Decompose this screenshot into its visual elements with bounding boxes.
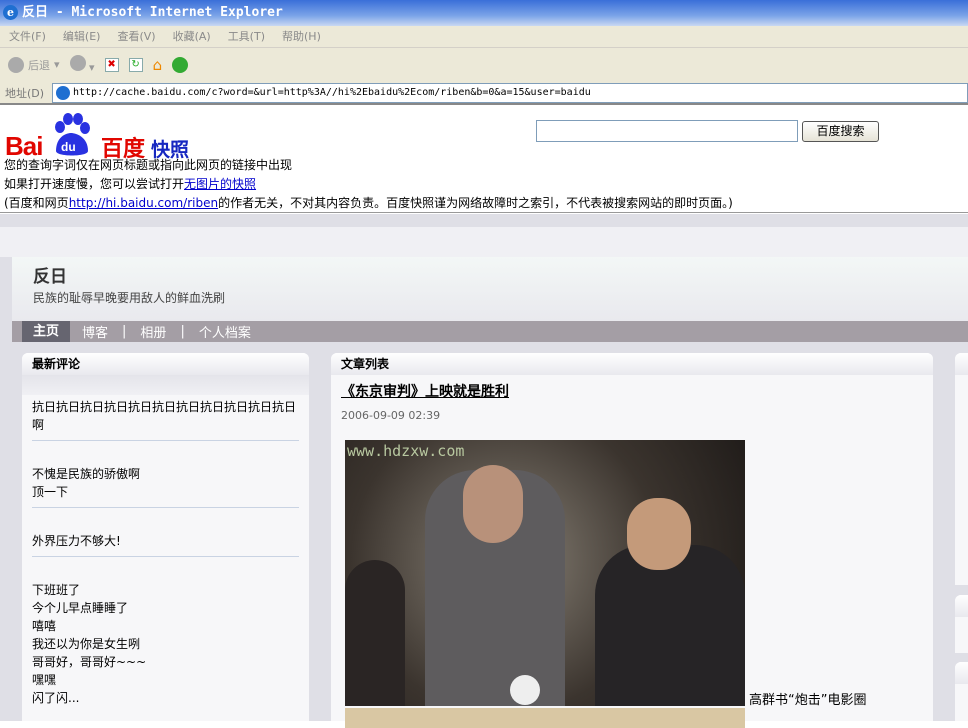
photo-figure [627,498,691,570]
comment-item[interactable]: 外界压力不够大! [32,508,299,557]
comment-line: 嘿嘿 [32,673,57,687]
stop-icon[interactable]: ✖ [104,57,119,72]
notice-line-1: 您的查询字词仅在网页标题或指向此网页的链接中出现 [4,158,293,172]
right-panel-3 [955,662,968,721]
panel-heading [955,662,968,684]
photo-figure [463,465,523,543]
blog-nav: 主页 博客 | 相册 | 个人档案 [12,321,968,342]
menu-file[interactable]: 文件(F) [9,30,46,43]
comment-item[interactable]: 下班班了今个儿早点睡睡了 嘻嘻我还以为你是女生咧 哥哥好，哥哥好~~~ 嘿嘿闪了闪..… [32,557,299,713]
comment-line: 闪了闪... [32,691,80,705]
nav-profile[interactable]: 个人档案 [199,322,251,341]
comments-panel: 最新评论 抗日抗日抗日抗日抗日抗日抗日抗日抗日抗日抗日啊不愧是民族的骄傲啊 顶一下… [22,353,309,721]
notice-line-3-prefix: (百度和网页 [4,196,69,210]
history-icon[interactable] [172,56,189,73]
nav-separator: | [180,324,185,339]
text-only-snapshot-link[interactable]: 无图片的快照 [184,177,256,191]
comments-list: 抗日抗日抗日抗日抗日抗日抗日抗日抗日抗日抗日啊不愧是民族的骄傲啊 顶一下 外界压力不… [22,395,309,713]
search-input[interactable] [536,120,798,142]
search-button[interactable]: 百度搜索 [802,121,879,142]
articles-panel: 文章列表 《东京审判》上映就是胜利 2006-09-09 02:39 www.h… [331,353,933,728]
window-titlebar: e 反日 - Microsoft Internet Explorer [0,0,968,26]
panel-band [22,375,309,395]
article-photo[interactable]: www.hdzxw.com [345,440,745,706]
menu-favorites[interactable]: 收藏(A) [173,30,211,43]
comment-line: 外界压力不够大! [32,534,121,548]
comment-line: 不愧是民族的骄傲啊 [32,467,141,481]
menu-view[interactable]: 查看(V) [117,30,155,43]
blog-header: 反日 民族的耻辱早晚要用敌人的鲜血洗刷 [12,257,968,321]
forward-arrow-icon [69,55,86,71]
article-date: 2006-09-09 02:39 [341,409,441,422]
comment-line: 抗日抗日抗日抗日抗日抗日抗日抗日抗日抗日抗日 [32,400,297,414]
blog-title: 反日 [33,267,67,287]
right-panel-2 [955,595,968,653]
home-icon[interactable]: ⌂ [153,56,163,74]
articles-heading: 文章列表 [331,353,933,375]
comment-line: 哥哥好，哥哥好~~~ [32,655,147,669]
comment-line: 嘻嘻 [32,619,57,633]
blog-page: 反日 民族的耻辱早晚要用敌人的鲜血洗刷 主页 博客 | 相册 | 个人档案 最新评论… [0,214,968,728]
original-page-link[interactable]: http://hi.baidu.com/riben [69,196,218,210]
address-input[interactable]: http://cache.baidu.com/c?word=&url=http%… [52,83,968,103]
comment-line: 下班班了 [32,583,81,597]
svg-text:du: du [61,140,76,154]
comment-line: 我还以为你是女生咧 [32,637,141,651]
photo-figure [510,675,540,705]
back-button[interactable]: 后退 ▾ [8,56,60,73]
photo-figure [345,560,405,706]
notice-line-3-suffix: 的作者无关，不对其内容负责。百度快照谨为网络故障时之索引，不代表被搜索网站的即时… [218,196,733,210]
blog-subtitle: 民族的耻辱早晚要用敌人的鲜血洗刷 [33,291,226,305]
baidu-logo[interactable]: Bai du 百度 快照 [5,113,205,162]
article-title-link[interactable]: 《东京审判》上映就是胜利 [341,381,933,401]
notice-line-2: 如果打开速度慢，您可以尝试打开无图片的快照 [4,175,256,192]
ie-icon: e [3,5,18,20]
baidu-snapshot-header: Bai du 百度 快照 百度搜索 您的查询字词仅在网页标题或指向此网页的链接中… [0,107,968,213]
comment-item[interactable]: 抗日抗日抗日抗日抗日抗日抗日抗日抗日抗日抗日啊 [32,395,299,441]
address-label: 地址(D) [5,87,45,100]
address-url: http://cache.baidu.com/c?word=&url=http%… [73,87,591,98]
comment-line: 顶一下 [32,485,69,499]
nav-album[interactable]: 相册 [140,322,166,341]
window-title: 反日 - Microsoft Internet Explorer [22,5,283,20]
comment-line: 啊 [32,418,45,432]
back-arrow-icon [8,56,24,73]
right-panel-1 [955,353,968,585]
comment-line: 今个儿早点睡睡了 [32,601,129,615]
forward-button[interactable]: ▾ [69,55,95,74]
paw-icon: du [55,113,90,156]
page-icon [56,86,70,100]
header-band [0,227,968,257]
nav-home[interactable]: 主页 [22,321,71,342]
menu-help[interactable]: 帮助(H) [282,30,321,43]
menu-tools[interactable]: 工具(T) [228,30,265,43]
notice-line-3: (百度和网页http://hi.baidu.com/riben的作者无关，不对其… [4,194,733,211]
refresh-icon[interactable]: ↻ [128,57,143,72]
comment-item[interactable]: 不愧是民族的骄傲啊 顶一下 [32,441,299,508]
toolbar: 后退 ▾ ▾ ✖ ↻ ⌂ [0,48,968,81]
photo-caption: 高群书“炮击”电影圈 [749,693,867,708]
photo-figure [595,545,745,706]
panel-heading [955,353,968,375]
nav-separator: | [122,324,127,339]
nav-blog[interactable]: 博客 [82,322,108,341]
photo-watermark: www.hdzxw.com [347,442,465,460]
comments-heading: 最新评论 [22,353,309,375]
back-label: 后退 [28,58,50,72]
menu-edit[interactable]: 编辑(E) [63,30,101,43]
article-photo-2[interactable] [345,708,745,728]
address-bar: 地址(D) http://cache.baidu.com/c?word=&url… [0,81,968,105]
panel-heading [955,595,968,617]
notice-line-2-text: 如果打开速度慢，您可以尝试打开 [4,177,185,191]
menu-bar: 文件(F) 编辑(E) 查看(V) 收藏(A) 工具(T) 帮助(H) [0,26,968,48]
